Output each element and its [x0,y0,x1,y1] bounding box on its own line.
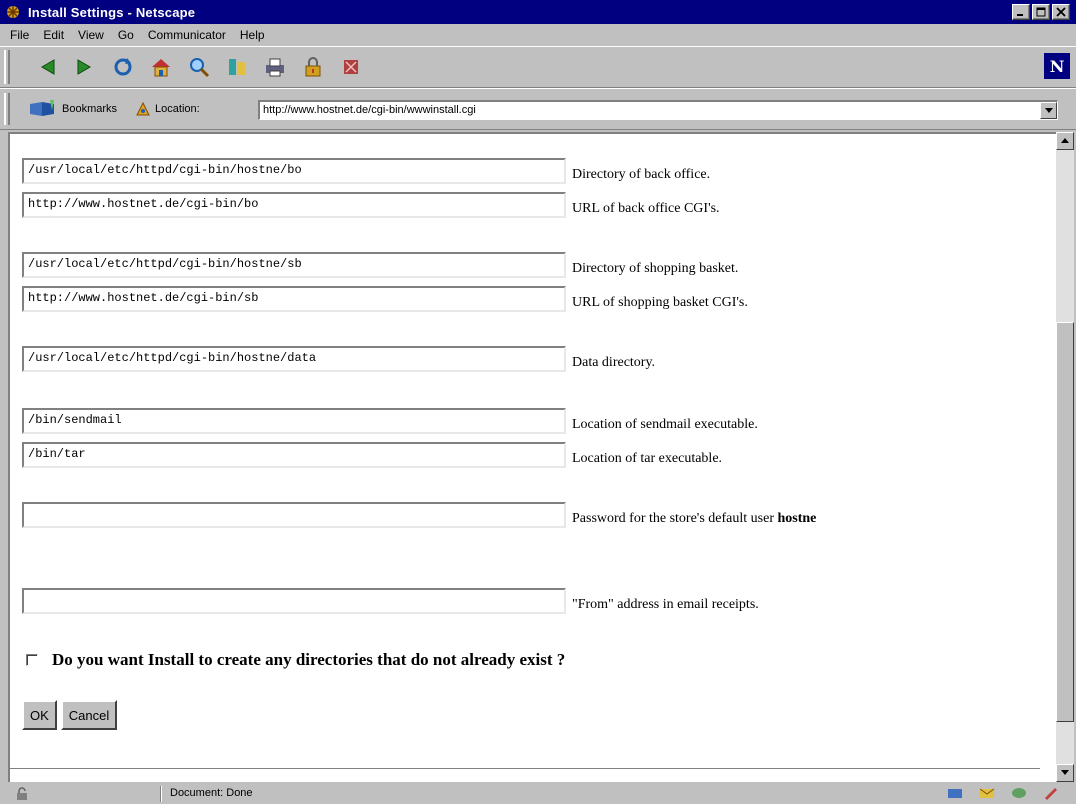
guide-icon [229,59,245,75]
form-row-from: "From" address in email receipts. [22,588,759,614]
sb-url-label: URL of shopping basket CGI's. [572,295,748,310]
home-button[interactable] [142,50,180,84]
stop-icon [344,60,358,74]
url-dropdown-button[interactable] [1040,102,1057,119]
horizontal-rule [10,768,1040,770]
sb-directory-label: Directory of shopping basket. [572,261,739,276]
sendmail-input[interactable]: /bin/sendmail [22,408,566,434]
discussion-icon [1012,788,1026,798]
sendmail-label: Location of sendmail executable. [572,417,758,432]
location-icon [136,101,150,116]
location-toolbar: Bookmarks Location: http://www.hostnet.d… [0,88,1076,130]
netscape-app-icon[interactable] [4,3,22,21]
password-label: Password for the store's default user ho… [572,503,816,527]
title-bar[interactable]: Install Settings - Netscape [0,0,1076,24]
location-field-label: Location: [135,101,200,117]
stop-button[interactable] [332,50,370,84]
cancel-button[interactable]: Cancel [60,700,118,730]
from-address-label: "From" address in email receipts. [572,597,759,612]
menu-file[interactable]: File [10,28,29,42]
browser-window: Install Settings - Netscape File Edit Vi… [0,0,1076,804]
vertical-scrollbar[interactable] [1056,132,1074,782]
search-button[interactable] [180,50,218,84]
password-label-text: Password for the store's default user [572,511,778,526]
url-text: http://www.hostnet.de/cgi-bin/wwwinstall… [263,104,476,116]
url-input[interactable]: http://www.hostnet.de/cgi-bin/wwwinstall… [258,100,1058,120]
form-row-sb-dir: /usr/local/etc/httpd/cgi-bin/hostne/sb D… [22,252,738,278]
scroll-up-button[interactable] [1056,132,1074,150]
status-text: Document: Done [170,787,253,799]
form-row-sb-url: http://www.hostnet.de/cgi-bin/sb URL of … [22,286,748,312]
password-username: hostne [777,511,817,526]
menu-bar: File Edit View Go Communicator Help [0,24,1076,46]
bo-url-label: URL of back office CGI's. [572,201,720,216]
data-directory-input[interactable]: /usr/local/etc/httpd/cgi-bin/hostne/data [22,346,566,372]
form-row-tar: /bin/tar Location of tar executable. [22,442,722,468]
bookmarks-icon [30,100,54,116]
ok-button[interactable]: OK [22,700,57,730]
window-title: Install Settings - Netscape [28,4,196,20]
create-dirs-option: Do you want Install to create any direct… [26,650,565,670]
navigation-toolbar: N [0,46,1076,88]
reload-button[interactable] [104,50,142,84]
password-input[interactable] [22,502,566,528]
menu-help[interactable]: Help [240,28,265,42]
from-address-input[interactable] [22,588,566,614]
create-dirs-checkbox[interactable] [26,654,38,666]
status-bar: Document: Done [0,784,1076,804]
minimize-button[interactable] [1012,4,1030,20]
print-icon [266,58,284,77]
sb-directory-input[interactable]: /usr/local/etc/httpd/cgi-bin/hostne/sb [22,252,566,278]
reload-icon [114,58,132,76]
security-icon [305,57,321,77]
status-separator [160,786,162,802]
form-buttons: OK Cancel [22,700,118,730]
sb-url-input[interactable]: http://www.hostnet.de/cgi-bin/sb [22,286,566,312]
bo-url-input[interactable]: http://www.hostnet.de/cgi-bin/bo [22,192,566,218]
create-dirs-label: Do you want Install to create any direct… [52,650,566,669]
tar-label: Location of tar executable. [572,451,723,466]
scroll-down-button[interactable] [1056,764,1074,782]
bo-directory-label: Directory of back office. [572,167,711,182]
security-button[interactable] [294,50,332,84]
security-status-icon[interactable] [14,785,34,803]
bookmarks-button[interactable]: Bookmarks [28,100,117,118]
bookmarks-label: Bookmarks [62,103,118,115]
chevron-down-icon [1044,107,1053,113]
home-icon [152,59,170,77]
tar-input[interactable]: /bin/tar [22,442,566,468]
forward-icon [77,59,91,75]
forward-button[interactable] [66,50,104,84]
guide-button[interactable] [218,50,256,84]
form-row-password: Password for the store's default user ho… [22,502,816,528]
menu-view[interactable]: View [78,28,104,42]
form-row-data-dir: /usr/local/etc/httpd/cgi-bin/hostne/data… [22,346,655,372]
toolbar-grip[interactable] [4,50,10,84]
component-bar [946,786,1060,800]
chevron-up-icon [1061,138,1069,143]
page-content: /usr/local/etc/httpd/cgi-bin/hostne/bo D… [8,132,1056,782]
location-grip[interactable] [4,93,10,125]
scrollbar-thumb[interactable] [1056,322,1074,722]
chevron-down-icon [1061,770,1069,775]
bo-directory-input[interactable]: /usr/local/etc/httpd/cgi-bin/hostne/bo [22,158,566,184]
menu-edit[interactable]: Edit [43,28,64,42]
form-row-bo-url: http://www.hostnet.de/cgi-bin/bo URL of … [22,192,720,218]
maximize-button[interactable] [1032,4,1050,20]
menu-communicator[interactable]: Communicator [148,28,226,42]
search-icon [190,58,210,78]
composer-icon [1045,788,1057,800]
location-label-text: Location: [155,103,200,115]
print-button[interactable] [256,50,294,84]
form-row-sendmail: /bin/sendmail Location of sendmail execu… [22,408,758,434]
netscape-logo[interactable]: N [1044,53,1070,79]
back-icon [41,59,55,75]
data-directory-label: Data directory. [572,355,656,370]
back-button[interactable] [28,50,66,84]
form-row-bo-dir: /usr/local/etc/httpd/cgi-bin/hostne/bo D… [22,158,710,184]
mail-icon [979,788,995,798]
close-button[interactable] [1052,4,1070,20]
navigator-icon [948,789,962,798]
menu-go[interactable]: Go [118,28,134,42]
